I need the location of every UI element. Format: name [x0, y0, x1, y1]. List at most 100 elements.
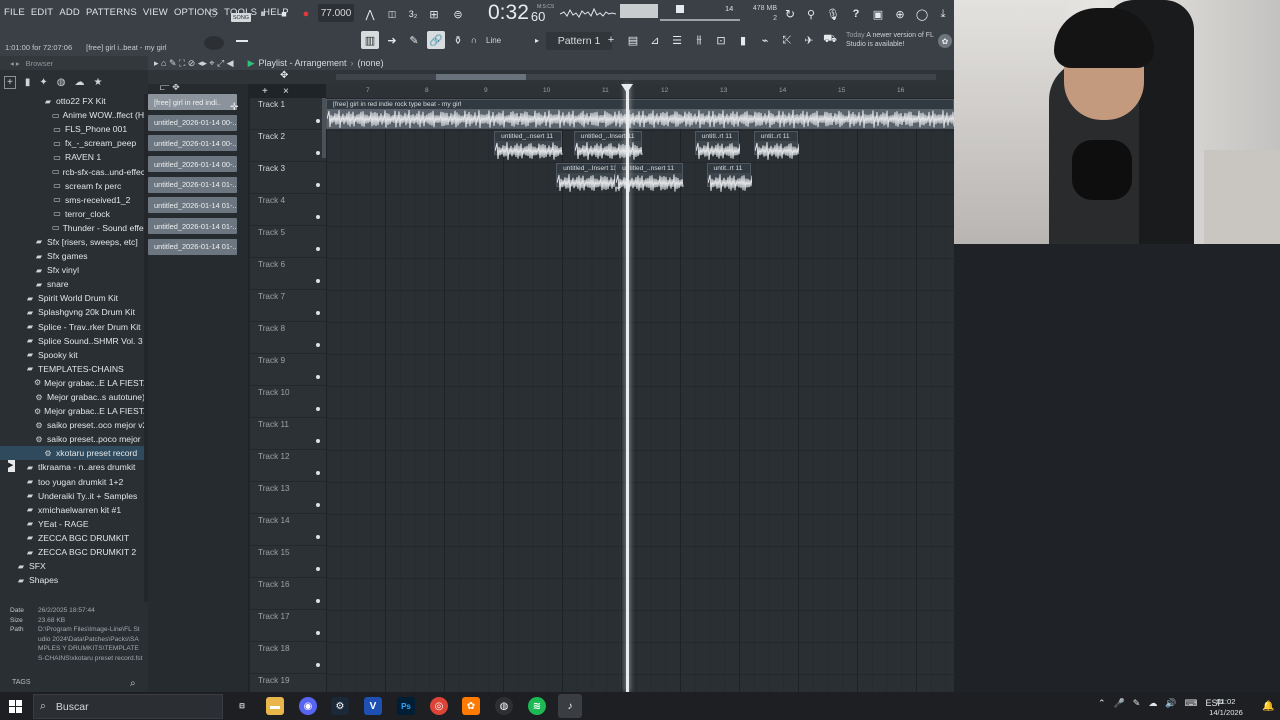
track-header[interactable]: Track 16	[250, 578, 326, 610]
browser-back-icon[interactable]: +	[4, 75, 16, 89]
browser-icon[interactable]: ⊡	[712, 31, 730, 49]
pattern-item[interactable]: [free] girl in red indi..	[148, 94, 237, 110]
browser-item[interactable]: ▰ Spirit World Drum Kit	[0, 291, 148, 305]
track-header[interactable]: Track 6	[250, 258, 326, 290]
track-mute-dot[interactable]	[316, 119, 320, 123]
track-header[interactable]: Track 1	[250, 98, 326, 130]
countdown-icon[interactable]: 3₂	[405, 6, 421, 22]
browser-item[interactable]: ⚙ Mejor grabac..E LA FIESTA	[0, 404, 148, 418]
channel-rack-icon[interactable]: ⊿	[646, 31, 664, 49]
track-header[interactable]: Track 18	[250, 642, 326, 674]
picker-move-icon[interactable]: ✛	[230, 102, 238, 113]
browser-item[interactable]: ▰ ZECCA BGC DRUMKIT 2	[0, 545, 148, 559]
menu-item[interactable]: ADD	[59, 7, 80, 18]
photoshop-icon[interactable]: Ps	[397, 697, 415, 715]
pencil-icon[interactable]: ✎	[405, 31, 423, 49]
browser-star-icon[interactable]: ★	[93, 77, 102, 88]
chat-icon[interactable]: ◯	[914, 6, 930, 22]
pattern-selector[interactable]: Pattern 1	[546, 32, 612, 50]
vegas-icon[interactable]: V	[364, 697, 382, 715]
browser-item[interactable]: ▰ Spooky kit	[0, 348, 148, 362]
track-mute-dot[interactable]	[316, 279, 320, 283]
audio-clip[interactable]: untitled_..nsert 11	[494, 131, 563, 160]
browser-item[interactable]: ▭ fx_-_scream_peep	[0, 136, 148, 150]
save-icon[interactable]: ▣	[870, 6, 886, 22]
browser-preview-play-icon[interactable]: ▶	[8, 460, 15, 472]
browser-item[interactable]: ▰ too yugan drumkit 1+2	[0, 475, 148, 489]
track-mute-dot[interactable]	[316, 183, 320, 187]
track-header[interactable]: Track 3	[250, 162, 326, 194]
browser-item[interactable]: ⚙ saiko preset..poco mejor	[0, 432, 148, 446]
browser-item[interactable]: ⚙ Mejor grabac..s autotune)	[0, 390, 148, 404]
fl-studio-icon[interactable]: ✿	[462, 697, 480, 715]
browser-item[interactable]: ▭ Anime WOW..ffect (HD)	[0, 108, 148, 122]
menu-item[interactable]: FILE	[4, 7, 25, 18]
add-track-icon[interactable]: +	[262, 86, 268, 97]
snap-selector[interactable]: Line	[486, 36, 501, 45]
refresh-icon[interactable]: ↻	[782, 6, 798, 22]
loop-record-icon[interactable]: ◌	[203, 5, 223, 23]
microphone-icon[interactable]: 🎙	[826, 6, 840, 22]
zoom-icon[interactable]: ✥	[280, 70, 288, 81]
cloud-icon[interactable]: ☁	[1148, 698, 1157, 709]
track-mute-dot[interactable]	[316, 151, 320, 155]
midi-settings-icon[interactable]: ⚲	[804, 6, 818, 22]
faders-icon[interactable]: ⫵	[690, 31, 708, 49]
taskbar-search[interactable]: ⌕ Buscar	[33, 694, 223, 719]
browser-item[interactable]: ▰ YEat - RAGE	[0, 517, 148, 531]
track-header[interactable]: Track 5	[250, 226, 326, 258]
browser-item[interactable]: ▰ tlkraama - n..ares drumkit	[0, 460, 148, 474]
browser-file-icon[interactable]: ▮	[25, 77, 31, 88]
track-header[interactable]: Track 2	[250, 130, 326, 162]
record-button[interactable]: ●	[299, 6, 313, 22]
browser-item[interactable]: ▰ Sfx [risers, sweeps, etc]	[0, 235, 148, 249]
mic-icon[interactable]: 🎤	[1114, 698, 1125, 709]
browser-item[interactable]: ▰ Splashgvng 20k Drum Kit	[0, 305, 148, 319]
magnet-icon[interactable]: ∩	[470, 31, 478, 49]
plug-icon[interactable]: ⌁	[756, 31, 774, 49]
playlist-breadcrumb[interactable]: (none)	[358, 58, 384, 68]
file-explorer-icon[interactable]: ▬	[266, 697, 284, 715]
tools-icon[interactable]: ⤪	[778, 31, 796, 49]
discord-icon[interactable]: ◉	[299, 697, 317, 715]
pattern-item[interactable]: untitled_2026-01-14 01-..	[148, 176, 237, 193]
start-icon[interactable]	[9, 700, 22, 713]
browser-item[interactable]: ▭ RAVEN 1	[0, 150, 148, 164]
track-mute-dot[interactable]	[316, 311, 320, 315]
task-view-icon[interactable]: ⊟	[233, 697, 251, 715]
browser-item[interactable]: ▭ terror_clock	[0, 207, 148, 221]
tags-search-icon[interactable]: ⌕	[130, 678, 136, 689]
pattern-prev-icon[interactable]: ▸	[532, 31, 542, 49]
track-header[interactable]: Track 12	[250, 450, 326, 482]
track-mute-dot[interactable]	[316, 535, 320, 539]
browser-item[interactable]: ▰ xmichaelwarren kit #1	[0, 503, 148, 517]
cursor-icon[interactable]: ✈	[800, 31, 818, 49]
track-mute-dot[interactable]	[316, 599, 320, 603]
track-mute-dot[interactable]	[316, 567, 320, 571]
track-mute-dot[interactable]	[316, 215, 320, 219]
browser-item[interactable]: ▰ Shapes	[0, 573, 148, 587]
track-mute-dot[interactable]	[316, 663, 320, 667]
track-header[interactable]: Track 8	[250, 322, 326, 354]
playlist-play-icon[interactable]: ▶	[248, 58, 255, 69]
browser-item[interactable]: ▰ Splice - Trav..rker Drum Kit	[0, 320, 148, 334]
link-icon[interactable]: 🔗	[427, 31, 445, 49]
audio-clip[interactable]: untit..rt 11	[706, 163, 754, 192]
pattern-item[interactable]: untitled_2026-01-14 01-..	[148, 238, 237, 255]
piano-roll-icon[interactable]: ▥	[361, 31, 379, 49]
track-header[interactable]: Track 9	[250, 354, 326, 386]
track-mute-dot[interactable]	[316, 471, 320, 475]
track-mute-dot[interactable]	[316, 631, 320, 635]
track-header[interactable]: Track 15	[250, 546, 326, 578]
track-header[interactable]: Track 13	[250, 482, 326, 514]
browser-globe-icon[interactable]: ◍	[57, 77, 66, 88]
menu-item[interactable]: PATTERNS	[86, 7, 137, 18]
browser-arrows-icon[interactable]: ✦	[39, 77, 47, 88]
pattern-item[interactable]: untitled_2026-01-14 00-..	[148, 135, 237, 152]
playhead[interactable]	[626, 84, 629, 692]
pattern-item[interactable]: untitled_2026-01-14 00-..	[148, 114, 237, 131]
menu-item[interactable]: VIEW	[143, 7, 168, 18]
audio-clip[interactable]: [free] girl in red indie rock type beat …	[326, 99, 955, 129]
browser-item[interactable]: ▭ rcb-sfx-cas..und-effects	[0, 164, 148, 178]
pattern-item[interactable]: untitled_2026-01-14 01-..	[148, 218, 237, 235]
